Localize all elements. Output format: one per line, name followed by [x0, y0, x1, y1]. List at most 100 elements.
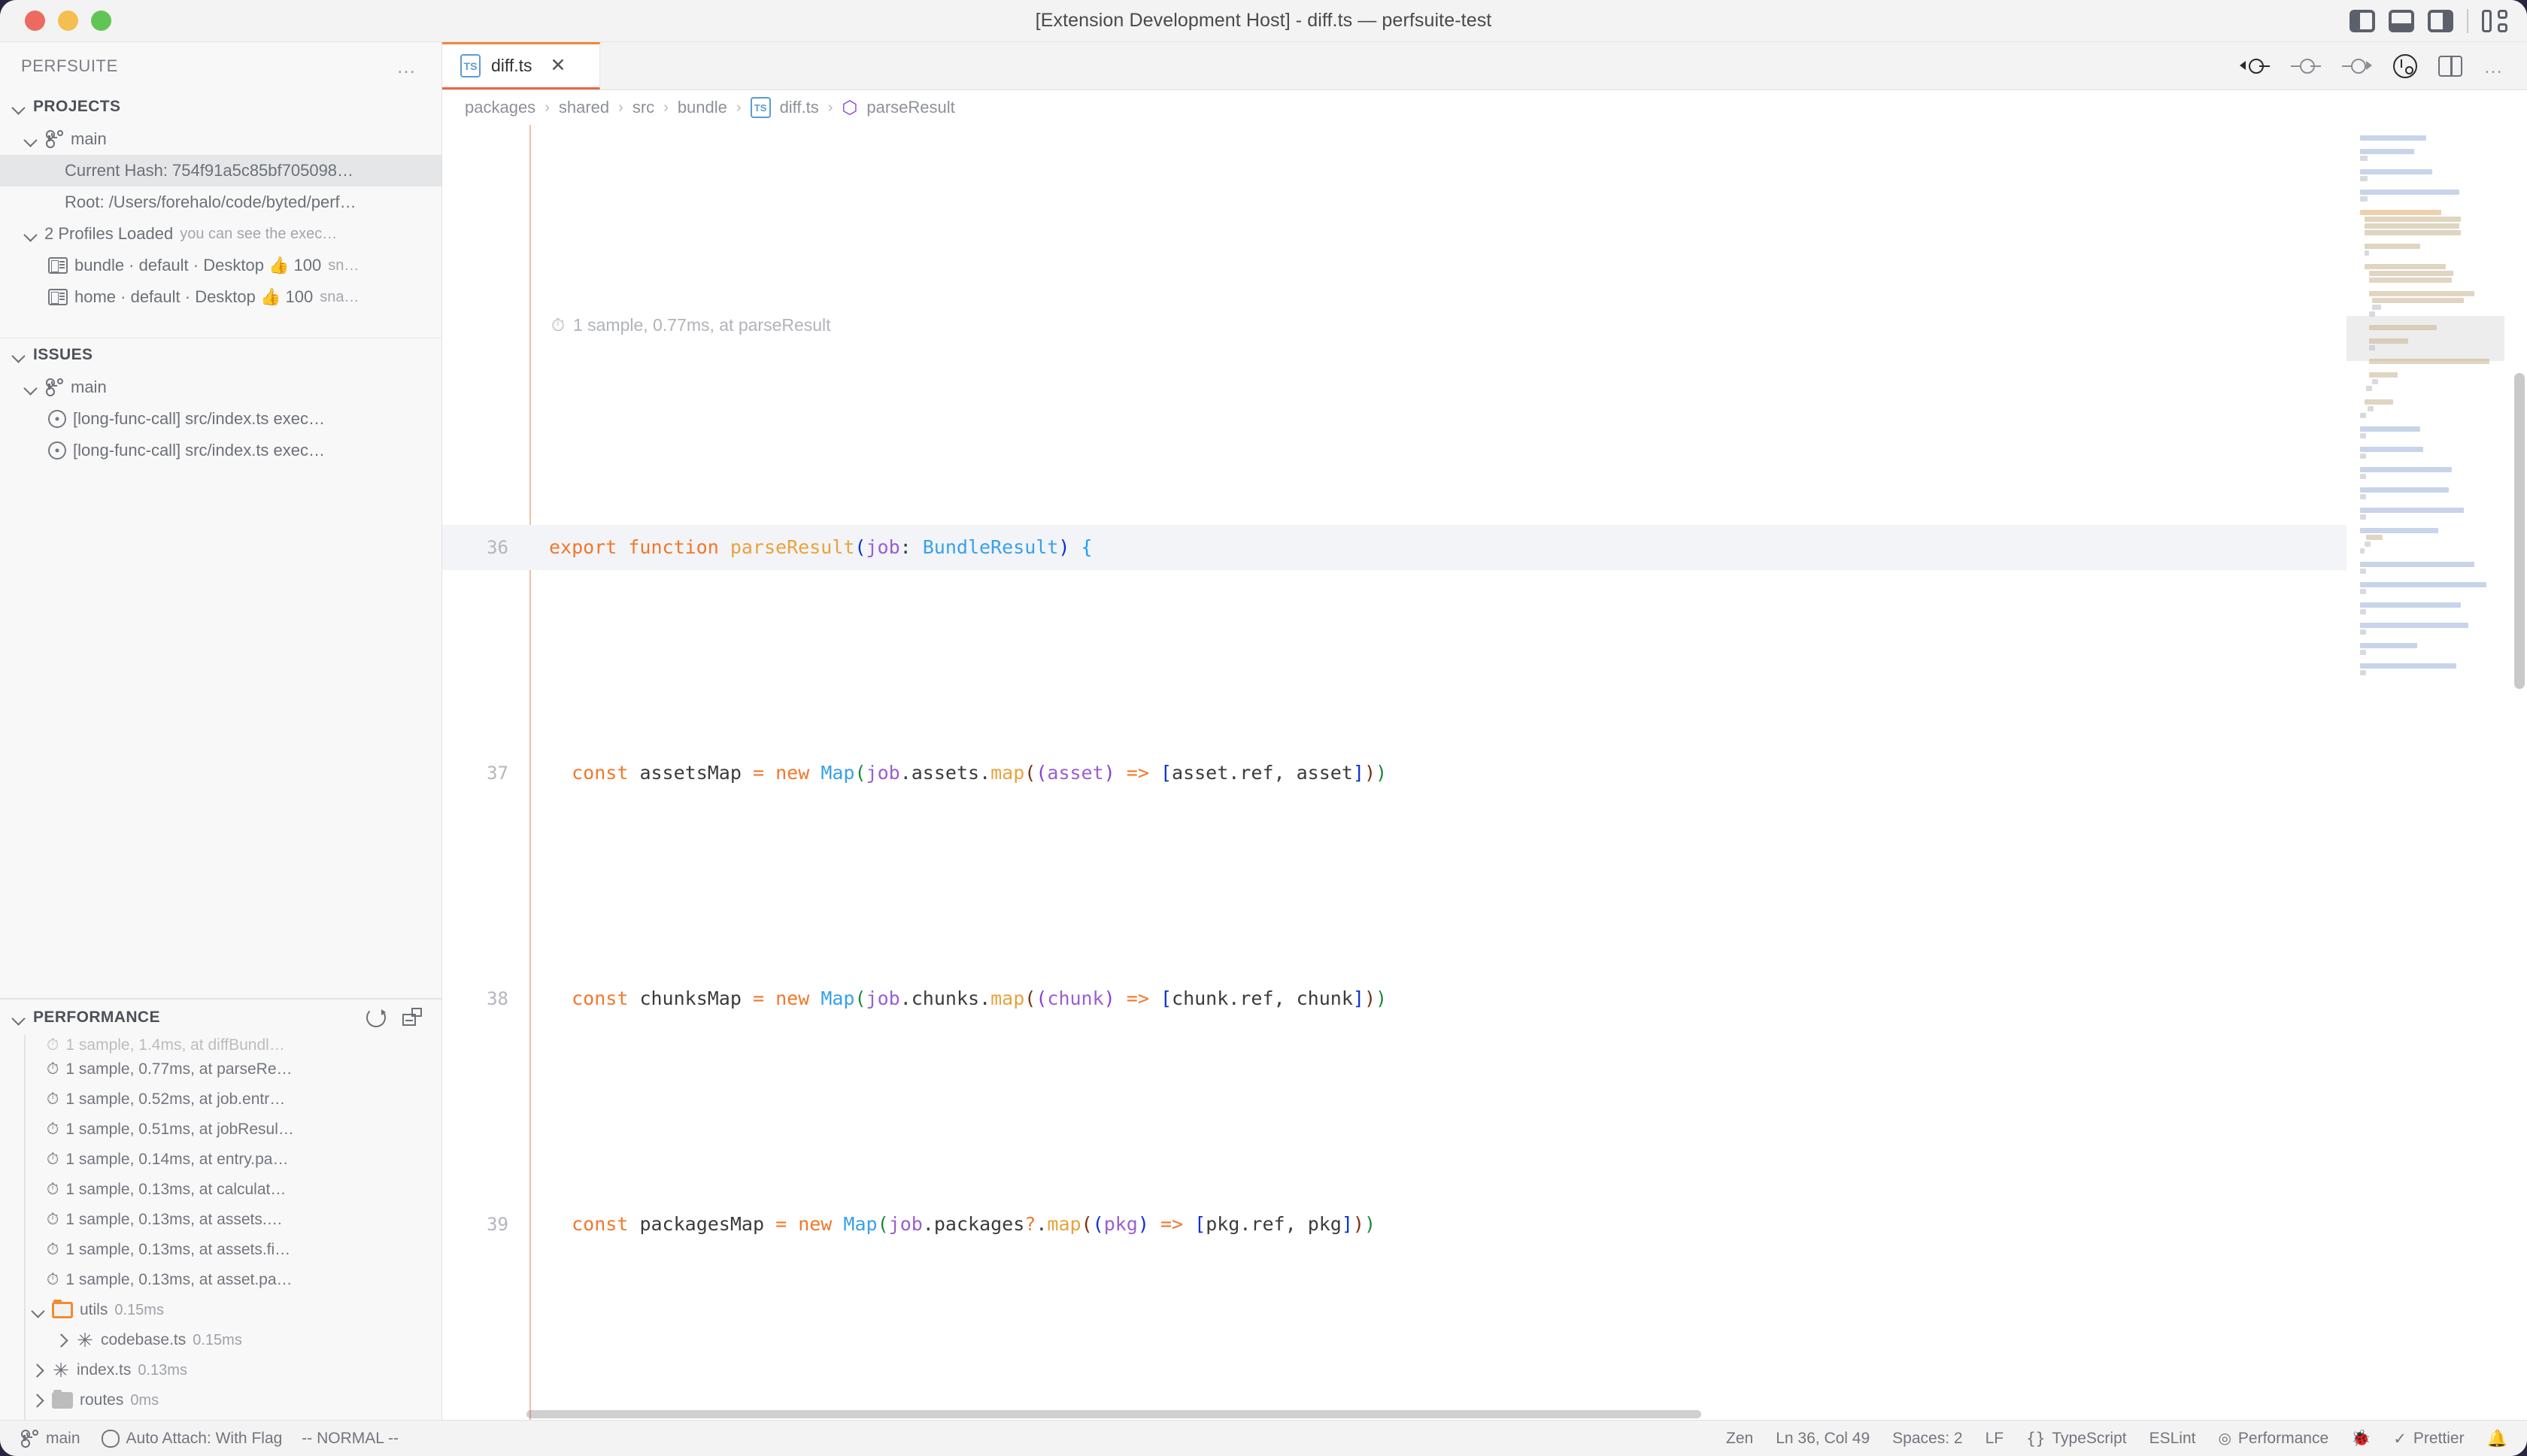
check-icon: ✓: [2393, 1429, 2407, 1448]
step-back-icon[interactable]: [2240, 56, 2270, 76]
issue-circle-icon: [48, 410, 66, 428]
perf-item[interactable]: ⏱ 1 sample, 0.13ms, at assets.…: [26, 1205, 441, 1235]
perf-item[interactable]: ⏱ 1 sample, 0.51ms, at jobResul…: [26, 1115, 441, 1145]
perf-item[interactable]: ⏱ 1 sample, 0.13ms, at asset.pa…: [26, 1265, 441, 1295]
git-branch-icon: [44, 378, 64, 397]
perf-item[interactable]: ⏱ 1 sample, 1.4ms, at diffBundl…: [26, 1035, 441, 1054]
chevron-down-icon: [11, 1010, 26, 1025]
minimap[interactable]: [2346, 125, 2527, 1420]
perf-item[interactable]: ⏱ 1 sample, 0.13ms, at assets.fi…: [26, 1235, 441, 1265]
split-editor-icon[interactable]: [2438, 55, 2462, 77]
issues-section-header[interactable]: ISSUES: [0, 338, 441, 372]
breadcrumb-item-src[interactable]: src: [633, 98, 654, 117]
stopwatch-icon: ⏱: [47, 1090, 59, 1108]
performance-tree[interactable]: ⏱ 1 sample, 1.4ms, at diffBundl… ⏱ 1 sam…: [24, 1035, 441, 1420]
tree-item-root-path[interactable]: Root: /Users/forehalo/code/byted/perf…: [0, 187, 441, 218]
code-line[interactable]: 37 const assetsMap = new Map(job.assets.…: [442, 751, 2346, 796]
perf-item-folder-routes[interactable]: routes 0ms: [26, 1385, 441, 1415]
issue-item-long-func-call-1[interactable]: [long-func-call] src/index.ts exec…: [0, 403, 441, 435]
code-text: export function parseResult(job: BundleR…: [549, 536, 1093, 558]
step-forward-icon[interactable]: [2342, 56, 2372, 76]
status-performance[interactable]: ◎ Performance: [2218, 1429, 2328, 1448]
breadcrumb-item-symbol[interactable]: parseResult: [866, 98, 954, 117]
eye-icon: ◎: [2218, 1430, 2231, 1447]
editor-area: TS diff.ts ✕ … packages › shared › src ›…: [442, 42, 2527, 1420]
profile-icon: [48, 257, 68, 274]
status-eol[interactable]: LF: [1986, 1430, 2004, 1448]
performance-section: PERFORMANCE ⏱ 1 sample, 1.4ms, at diffBu…: [0, 999, 441, 1420]
performance-section-header[interactable]: PERFORMANCE: [0, 999, 441, 1035]
tab-diff-ts[interactable]: TS diff.ts ✕: [442, 42, 600, 89]
window-title: [Extension Development Host] - diff.ts —…: [1035, 10, 1492, 31]
perf-item-file-index[interactable]: ✳ index.ts 0.13ms: [26, 1355, 441, 1385]
profile-clock-icon[interactable]: [2393, 53, 2417, 78]
sidebar-more-actions-icon[interactable]: …: [396, 56, 417, 76]
toggle-secondary-sidebar-icon[interactable]: [2428, 9, 2453, 32]
toggle-panel-icon[interactable]: [2389, 9, 2414, 32]
breadcrumb-item-shared[interactable]: shared: [559, 98, 609, 117]
editor-actions: …: [2240, 42, 2527, 89]
projects-section-header[interactable]: PROJECTS: [0, 90, 441, 123]
folder-open-icon: [52, 1300, 73, 1318]
horizontal-scrollbar[interactable]: [526, 1408, 2158, 1420]
perf-item-label: 1 sample, 0.13ms, at asset.pa…: [65, 1271, 293, 1288]
perf-item-time: 0ms: [130, 1391, 159, 1409]
toggle-primary-sidebar-icon[interactable]: [2350, 9, 2375, 32]
status-cursor-position[interactable]: Ln 36, Col 49: [1776, 1430, 1870, 1448]
debug-bug-icon[interactable]: 🐞: [2351, 1430, 2371, 1448]
close-icon[interactable]: ✕: [551, 56, 566, 75]
status-auto-attach-label: Auto Attach: With Flag: [126, 1429, 283, 1447]
breadcrumb-item-file[interactable]: diff.ts: [780, 98, 819, 117]
tree-item-detail: sn…: [328, 256, 359, 274]
tree-item-profiles-loaded[interactable]: 2 Profiles Loaded you can see the exec…: [0, 218, 441, 250]
perf-item[interactable]: ⏱ 1 sample, 0.13ms, at calculat…: [26, 1175, 441, 1205]
perf-item[interactable]: ⏱ 1 sample, 0.52ms, at job.entr…: [26, 1084, 441, 1115]
tree-item-current-hash[interactable]: Current Hash: 754f91a5c85bf705098…: [0, 155, 441, 187]
status-indentation[interactable]: Spaces: 2: [1892, 1430, 1962, 1448]
status-language-mode[interactable]: {} TypeScript: [2026, 1430, 2127, 1448]
vertical-scrollbar[interactable]: [2512, 125, 2527, 1420]
tree-item-label: Root: /Users/forehalo/code/byted/perf…: [65, 193, 356, 211]
code-line[interactable]: 39 const packagesMap = new Map(job.packa…: [442, 1202, 2346, 1247]
performance-section-label: PERFORMANCE: [33, 1008, 160, 1026]
code-text: const chunksMap = new Map(job.chunks.map…: [572, 987, 1388, 1009]
perf-item-label: 1 sample, 0.13ms, at assets.…: [65, 1211, 283, 1228]
perf-item[interactable]: ⏱ 1 sample, 0.14ms, at entry.pa…: [26, 1145, 441, 1175]
perf-item[interactable]: ⏱ 1 sample, 0.77ms, at parseRe…: [26, 1054, 441, 1084]
breadcrumb-item-bundle[interactable]: bundle: [678, 98, 727, 117]
tree-item-main-branch[interactable]: main: [0, 123, 441, 155]
editor-tab-bar: TS diff.ts ✕ …: [442, 42, 2527, 90]
status-branch[interactable]: main: [20, 1429, 80, 1448]
braces-icon: {}: [2026, 1429, 2046, 1448]
tree-item-profile-bundle[interactable]: bundle · default · Desktop 👍 100 sn…: [0, 250, 441, 281]
step-node-icon[interactable]: [2291, 56, 2321, 76]
status-prettier-label: Prettier: [2413, 1429, 2465, 1447]
perf-item-folder-utils[interactable]: utils 0.15ms: [26, 1295, 441, 1325]
editor-more-actions-icon[interactable]: …: [2483, 56, 2504, 76]
issues-item-main-branch[interactable]: main: [0, 372, 441, 403]
perf-item-file-codebase[interactable]: ✳ codebase.ts 0.15ms: [26, 1325, 441, 1355]
tree-item-label: Current Hash: 754f91a5c85bf705098…: [65, 161, 354, 180]
perf-item-label: 1 sample, 0.13ms, at calculat…: [65, 1181, 287, 1198]
status-prettier[interactable]: ✓ Prettier: [2393, 1430, 2464, 1448]
collapse-all-icon[interactable]: [402, 1007, 422, 1026]
toolbar-divider: [2467, 8, 2468, 33]
code-lens-parse-result[interactable]: ⏱ 1 sample, 0.77ms, at parseResult: [442, 305, 2346, 344]
issue-item-long-func-call-2[interactable]: [long-func-call] src/index.ts exec…: [0, 435, 441, 466]
status-auto-attach[interactable]: Auto Attach: With Flag: [100, 1429, 283, 1448]
status-zen[interactable]: Zen: [1726, 1430, 1753, 1448]
code-viewport[interactable]: ⏱ 1 sample, 0.77ms, at parseResult 36 ex…: [442, 125, 2346, 1420]
chevron-right-icon: [30, 1363, 45, 1378]
notifications-bell-icon[interactable]: 🔔: [2487, 1429, 2507, 1448]
refresh-icon[interactable]: [366, 1007, 386, 1027]
tree-item-detail: you can see the exec…: [180, 225, 338, 242]
breadcrumb-item-packages[interactable]: packages: [465, 98, 535, 117]
status-eslint[interactable]: ESLint: [2149, 1430, 2196, 1448]
perf-item-label: 1 sample, 0.77ms, at parseRe…: [65, 1060, 293, 1078]
code-editor[interactable]: ⏱ 1 sample, 0.77ms, at parseResult 36 ex…: [442, 125, 2527, 1420]
tree-item-profile-home[interactable]: home · default · Desktop 👍 100 sna…: [0, 281, 441, 313]
code-line[interactable]: 38 const chunksMap = new Map(job.chunks.…: [442, 976, 2346, 1021]
code-line[interactable]: 36 export function parseResult(job: Bund…: [442, 525, 2346, 570]
code-lines: ⏱ 1 sample, 0.77ms, at parseResult 36 ex…: [442, 125, 2346, 1420]
customize-layout-icon[interactable]: [2482, 9, 2507, 32]
